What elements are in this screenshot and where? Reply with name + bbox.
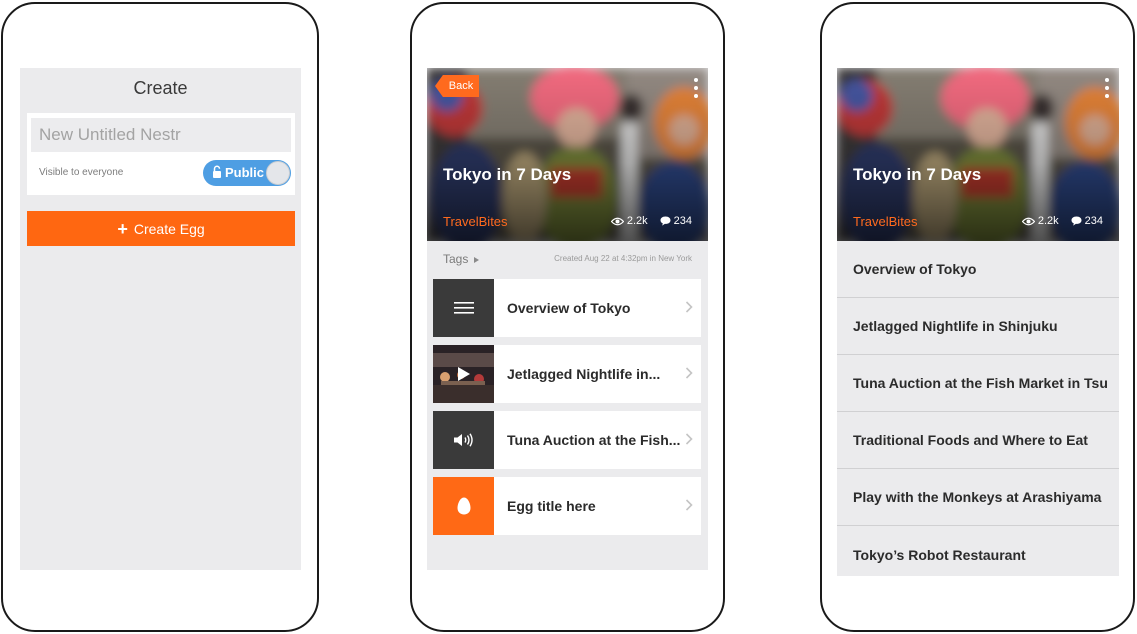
brand-link[interactable]: TravelBites xyxy=(443,214,508,229)
text-thumbnail xyxy=(433,279,494,337)
list-item[interactable]: Jetlagged Nightlife in Shinjuku xyxy=(837,298,1119,355)
back-button[interactable]: Back xyxy=(435,75,479,97)
phone-frame-list: Tokyo in 7 Days TravelBites 2.2k 234 Ove… xyxy=(820,2,1135,632)
comments-count: 234 xyxy=(1084,215,1103,227)
list-item[interactable]: Overview of Tokyo xyxy=(837,241,1119,298)
tags-label: Tags xyxy=(443,252,469,266)
list-item[interactable]: Overview of Tokyo xyxy=(433,279,701,337)
video-thumbnail xyxy=(433,345,494,403)
created-info: Created Aug 22 at 4:32pm in New York xyxy=(554,254,692,263)
eye-icon xyxy=(610,217,624,225)
item-label: Overview of Tokyo xyxy=(507,300,631,316)
egg-title: Tokyo in 7 Days xyxy=(443,165,572,184)
comments-stat: 234 xyxy=(1071,215,1103,227)
item-label: Jetlagged Nightlife in... xyxy=(507,366,661,382)
comment-icon xyxy=(1071,216,1082,226)
list-item[interactable]: Tuna Auction at the Fish... xyxy=(433,411,701,469)
create-egg-label: Create Egg xyxy=(133,220,205,237)
create-egg-button[interactable]: + Create Egg xyxy=(27,211,295,246)
toggle-label: Public xyxy=(225,165,265,180)
egg-icon xyxy=(457,497,470,515)
speaker-icon xyxy=(453,433,473,447)
comment-icon xyxy=(660,216,671,226)
phone-frame-detail: Back Tokyo in 7 Days TravelBites 2.2k 23… xyxy=(410,2,725,632)
eye-icon xyxy=(1021,217,1035,225)
meta-row: Tags Created Aug 22 at 4:32pm in New Yor… xyxy=(443,252,692,266)
chevron-right-icon xyxy=(685,499,693,511)
visibility-label: Visible to everyone xyxy=(39,167,124,178)
tags-toggle[interactable]: Tags xyxy=(443,252,479,266)
caret-right-icon xyxy=(473,257,479,263)
views-stat: 2.2k xyxy=(610,215,648,227)
stats: 2.2k 234 xyxy=(610,215,692,227)
item-label: Egg title here xyxy=(507,498,596,514)
list-item[interactable]: Egg title here xyxy=(433,477,701,535)
list-item[interactable]: Play with the Monkeys at Arashiyama xyxy=(837,469,1119,526)
views-count: 2.2k xyxy=(1037,215,1059,227)
brand-link[interactable]: TravelBites xyxy=(853,214,918,229)
create-form-card: Visible to everyone Public xyxy=(27,113,295,195)
list-item[interactable]: Jetlagged Nightlife in... xyxy=(433,345,701,403)
hero-banner: Tokyo in 7 Days TravelBites 2.2k 234 xyxy=(837,68,1119,241)
more-vertical-icon[interactable] xyxy=(1104,77,1110,99)
nestr-name-input[interactable] xyxy=(31,118,291,152)
chevron-right-icon xyxy=(685,367,693,379)
views-stat: 2.2k xyxy=(1021,215,1059,227)
chapter-list: Overview of Tokyo Jetlagged Nightlife in… xyxy=(837,241,1119,576)
play-icon xyxy=(457,367,470,381)
list-item[interactable]: Tuna Auction at the Fish Market in Tsu xyxy=(837,355,1119,412)
egg-thumbnail xyxy=(433,477,494,535)
comments-stat: 234 xyxy=(660,215,692,227)
create-screen: Create Visible to everyone Public + Crea… xyxy=(20,68,301,570)
egg-title: Tokyo in 7 Days xyxy=(853,165,982,184)
chevron-right-icon xyxy=(685,433,693,445)
visibility-toggle[interactable]: Public xyxy=(203,160,291,186)
detail-screen: Back Tokyo in 7 Days TravelBites 2.2k 23… xyxy=(427,68,708,570)
more-vertical-icon[interactable] xyxy=(693,77,699,99)
views-count: 2.2k xyxy=(626,215,648,227)
page-title: Create xyxy=(133,78,188,98)
hero-banner: Back Tokyo in 7 Days TravelBites 2.2k 23… xyxy=(427,68,708,241)
chevron-right-icon xyxy=(685,301,693,313)
plus-icon: + xyxy=(117,218,128,239)
unlock-icon xyxy=(213,165,221,178)
audio-thumbnail xyxy=(433,411,494,469)
comments-count: 234 xyxy=(673,215,692,227)
phone-frame-create: Create Visible to everyone Public + Crea… xyxy=(1,2,319,632)
content-list: Overview of Tokyo Jetlagged Nightlife in… xyxy=(433,279,701,543)
item-label: Tuna Auction at the Fish... xyxy=(507,432,681,448)
list-item[interactable]: Tokyo’s Robot Restaurant xyxy=(837,526,1119,576)
list-item[interactable]: Traditional Foods and Where to Eat xyxy=(837,412,1119,469)
toggle-knob xyxy=(266,161,290,185)
list-screen: Tokyo in 7 Days TravelBites 2.2k 234 Ove… xyxy=(837,68,1119,576)
stats: 2.2k 234 xyxy=(1021,215,1103,227)
text-lines-icon xyxy=(453,302,474,314)
